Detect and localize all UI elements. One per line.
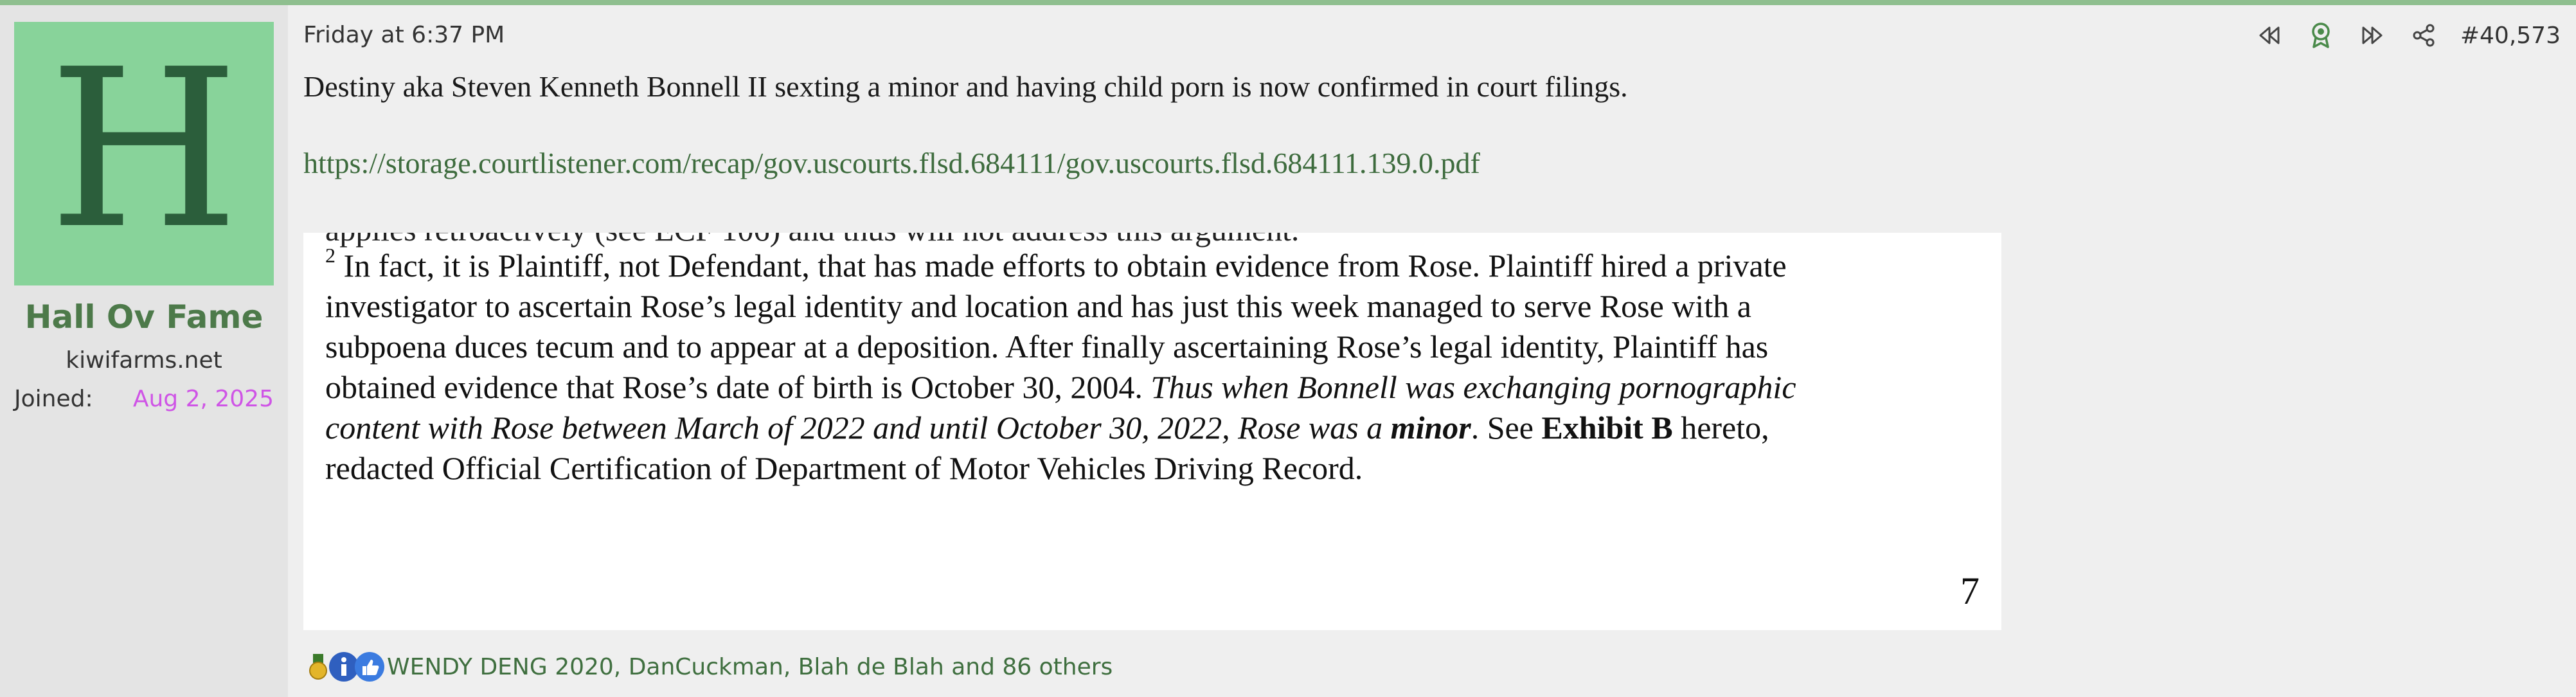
top-border [0,0,2576,5]
post: H Hall Ov Fame kiwifarms.net Joined: Aug… [0,5,2576,697]
joined-date: Aug 2, 2025 [132,386,274,412]
footnote-marker: 2 [325,244,335,267]
user-title: kiwifarms.net [66,347,222,374]
court-filing-link[interactable]: https://storage.courtlistener.com/recap/… [303,146,1628,180]
doc-italic-text: content with Rose between March of 2022 … [325,410,1391,446]
avatar[interactable]: H [14,22,274,285]
message-body: Destiny aka Steven Kenneth Bonnell II se… [303,69,1628,180]
doc-text: In fact, it is Plaintiff, not Defendant,… [343,248,1787,284]
doc-line: obtained evidence that Rose’s date of bi… [325,367,1983,408]
fast-forward-icon[interactable] [2357,21,2387,50]
doc-italic-text: Thus when Bonnell was exchanging pornogr… [1150,369,1796,405]
court-document-image[interactable]: applies retroactively (see ECF 106) and … [303,233,2001,630]
message-text: Destiny aka Steven Kenneth Bonnell II se… [303,70,1628,103]
doc-footnote: 2 In fact, it is Plaintiff, not Defendan… [325,244,1983,489]
doc-line: content with Rose between March of 2022 … [325,408,1983,448]
doc-bold-text: Exhibit B [1541,410,1673,446]
doc-line: investigator to ascertain Rose’s legal i… [325,288,1751,324]
doc-bold-italic-text: minor [1390,410,1471,446]
rewind-icon[interactable] [2255,21,2284,50]
doc-text: obtained evidence that Rose’s date of bi… [325,369,1151,405]
doc-line: redacted Official Certification of Depar… [325,450,1363,486]
username[interactable]: Hall Ov Fame [0,298,288,336]
doc-line: subpoena duces tecum and to appear at a … [325,329,1769,365]
reaction-icons [303,652,384,682]
reactions-bar[interactable]: WENDY DENG 2020, DanCuckman, Blah de Bla… [303,652,1113,682]
reaction-users[interactable]: WENDY DENG 2020, DanCuckman, Blah de Bla… [387,654,1113,680]
doc-text: hereto, [1672,410,1769,446]
doc-line: 2 In fact, it is Plaintiff, not Defendan… [325,244,1983,286]
post-number[interactable]: #40,573 [2460,23,2561,49]
thumbs-up-icon [355,652,384,682]
doc-text: . See [1471,410,1542,446]
joined-label: Joined: [14,386,93,412]
user-sidebar: H Hall Ov Fame kiwifarms.net Joined: Aug… [0,5,288,697]
post-main: Friday at 6:37 PM #40,573 Destiny aka St… [288,5,2576,697]
award-icon[interactable] [2306,21,2336,50]
avatar-letter: H [48,23,240,277]
post-date[interactable]: Friday at 6:37 PM [303,22,505,48]
doc-page-number: 7 [1960,570,1980,612]
post-actions: #40,573 [2255,19,2561,51]
share-icon[interactable] [2409,21,2438,50]
